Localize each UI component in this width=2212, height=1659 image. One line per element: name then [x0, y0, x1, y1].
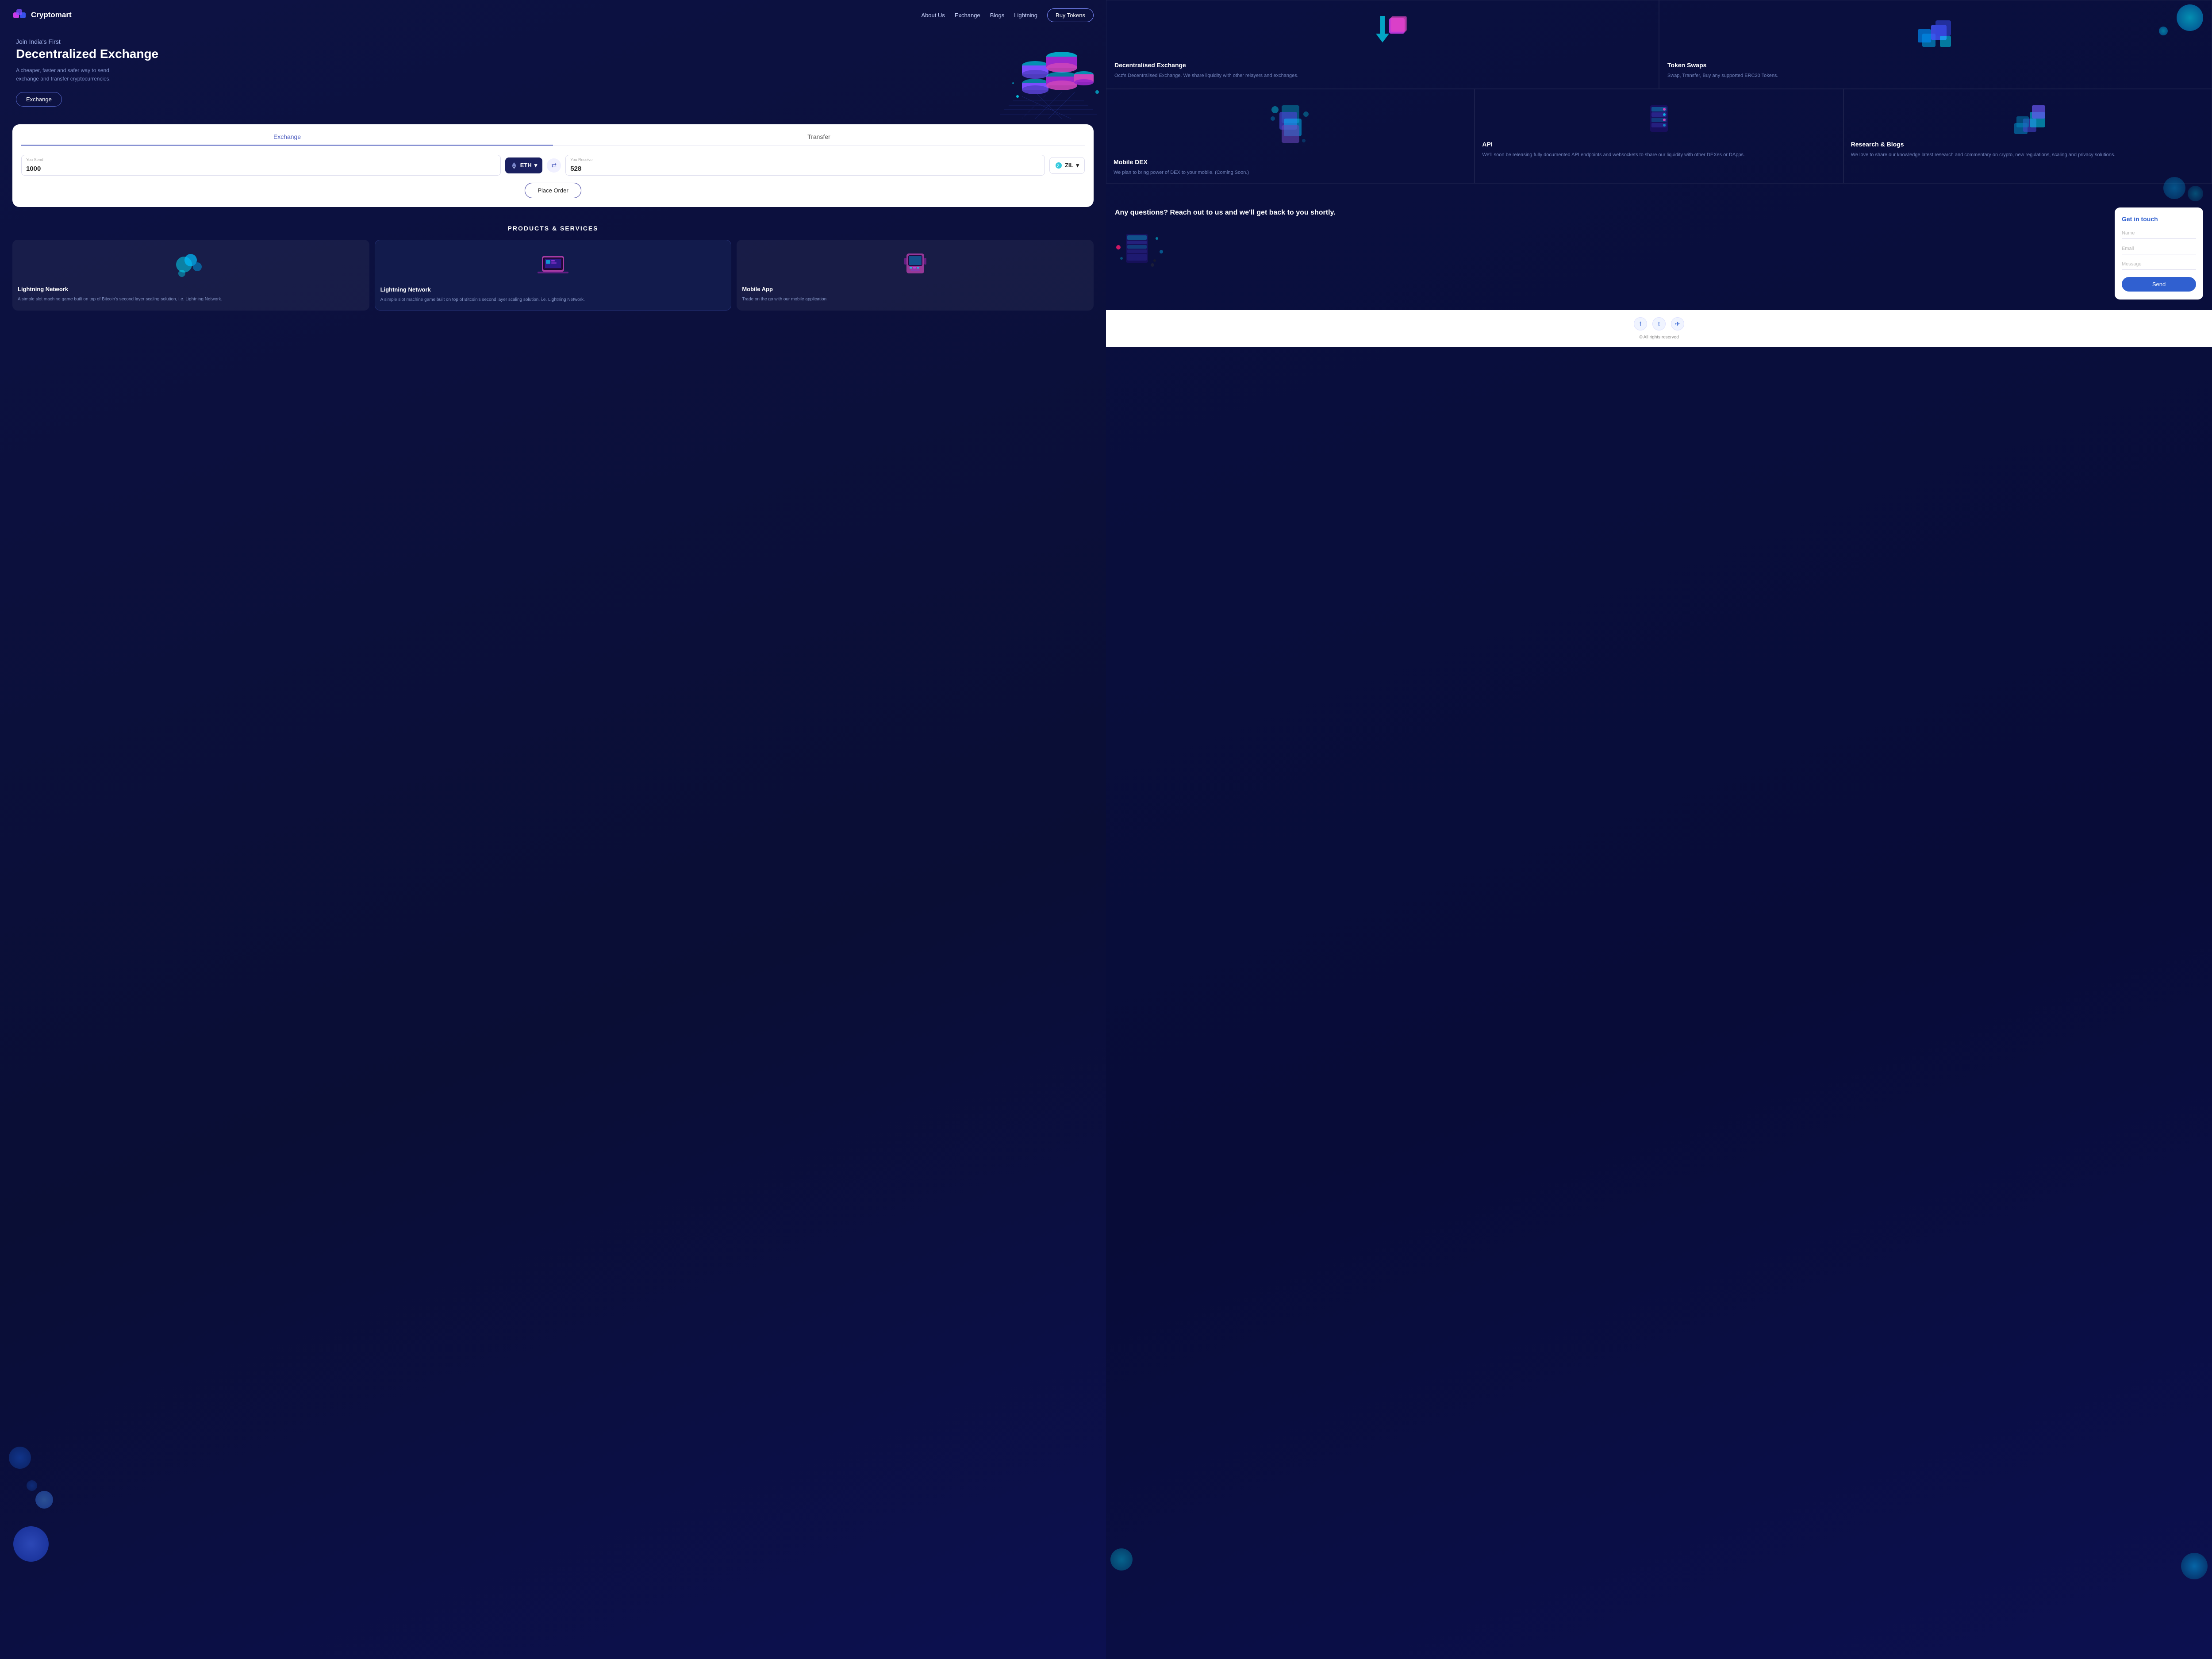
product-title-1: Lightning Network [18, 286, 364, 292]
contact-illustration [1115, 225, 2106, 269]
social-icons: f t ✈ [1634, 317, 1684, 330]
research-title: Research & Blogs [1851, 141, 2204, 148]
zil-icon: Z [1055, 162, 1062, 169]
decentralised-desc: Ocz's Decentralised Exchange. We share l… [1114, 72, 1651, 80]
decentralised-img [1114, 9, 1651, 58]
blob-3 [1110, 1548, 1133, 1571]
products-title: PRODUCTS & SERVICES [12, 225, 1094, 232]
nav-links: About Us Exchange Blogs Lightning Buy To… [921, 8, 1094, 22]
blob-4 [2181, 1553, 2208, 1579]
service-token-swaps: Token Swaps Swap, Transfer, Buy any supp… [1659, 0, 2212, 89]
logo-icon [12, 8, 27, 22]
to-currency-chevron: ▾ [1076, 162, 1079, 169]
tab-transfer[interactable]: Transfer [553, 133, 1085, 146]
service-research: Research & Blogs We love to share our kn… [1843, 89, 2212, 184]
hero-description: A cheaper, faster and safer way to send … [16, 66, 113, 83]
circle-decor-1 [2163, 177, 2185, 199]
contact-message-input[interactable] [2122, 259, 2196, 270]
hero-exchange-button[interactable]: Exchange [16, 92, 62, 107]
exchange-card: Exchange Transfer You Send 1000 ETH ▾ [12, 124, 1094, 207]
contact-text: Any questions? Reach out to us and we'll… [1115, 207, 2106, 269]
from-currency-selector[interactable]: ETH ▾ [505, 157, 543, 173]
service-mobile-dex: Mobile DEX We plan to bring power of DEX… [1106, 89, 1475, 184]
social-facebook[interactable]: f [1634, 317, 1647, 330]
logo: Cryptomart [12, 8, 72, 22]
mobile-dex-img [1114, 96, 1467, 158]
product-img-lightning [380, 247, 726, 283]
token-swaps-title: Token Swaps [1667, 61, 2204, 69]
from-currency-chevron: ▾ [534, 162, 538, 169]
product-img-1 [18, 247, 364, 282]
hero-section: Join India's First Decentralized Exchang… [0, 30, 1106, 115]
get-in-touch-card: Get in touch Send [2115, 207, 2203, 300]
you-receive-wrapper: You Receive 528 [565, 155, 1045, 176]
service-decentralised: Decentralised Exchange Ocz's Decentralis… [1106, 0, 1659, 89]
lightning-network-title: Lightning Network [380, 286, 726, 293]
services-grid: Decentralised Exchange Ocz's Decentralis… [1106, 0, 2212, 89]
decentralised-title: Decentralised Exchange [1114, 61, 1651, 69]
service-api: API We'll soon be releasing fully docume… [1475, 89, 1843, 184]
nav-blogs[interactable]: Blogs [990, 12, 1005, 19]
svg-text:Z: Z [1057, 164, 1059, 168]
api-title: API [1482, 141, 1836, 148]
exchange-tabs: Exchange Transfer [21, 133, 1085, 146]
mobile-dex-title: Mobile DEX [1114, 158, 1467, 165]
product-img-3 [742, 247, 1088, 282]
nav-exchange[interactable]: Exchange [955, 12, 980, 19]
swap-button[interactable]: ⇄ [547, 158, 561, 173]
services-grid-2: Mobile DEX We plan to bring power of DEX… [1106, 89, 2212, 184]
product-card-lightning: Lightning Network A simple slot machine … [375, 240, 732, 311]
you-send-label: You Send [26, 157, 43, 162]
contact-heading: Any questions? Reach out to us and we'll… [1115, 207, 2106, 218]
footer-copyright: © All rights reserved [1639, 335, 1679, 340]
nav-about[interactable]: About Us [921, 12, 945, 19]
contact-email-input[interactable] [2122, 243, 2196, 254]
product-desc-3: Trade on the go with our mobile applicat… [742, 296, 1088, 303]
place-order-button[interactable]: Place Order [525, 183, 581, 198]
social-telegram[interactable]: ✈ [1671, 317, 1684, 330]
exchange-row: You Send 1000 ETH ▾ ⇄ You Receive 52 [21, 155, 1085, 176]
navbar: Cryptomart About Us Exchange Blogs Light… [0, 0, 1106, 30]
nav-lightning[interactable]: Lightning [1014, 12, 1037, 19]
research-desc: We love to share our knowledge latest re… [1851, 151, 2204, 159]
footer: f t ✈ © All rights reserved [1106, 310, 2212, 347]
products-grid: Lightning Network A simple slot machine … [12, 240, 1094, 311]
mobile-dex-desc: We plan to bring power of DEX to your mo… [1114, 169, 1467, 177]
send-button[interactable]: Send [2122, 277, 2196, 292]
product-card-1: Lightning Network A simple slot machine … [12, 240, 369, 311]
token-swaps-img [1667, 9, 2204, 58]
circle-decor-2 [2188, 186, 2203, 201]
tab-exchange[interactable]: Exchange [21, 133, 553, 146]
contact-section: Any questions? Reach out to us and we'll… [1106, 197, 2212, 310]
you-receive-label: You Receive [570, 157, 592, 162]
you-send-wrapper: You Send 1000 [21, 155, 501, 176]
product-desc-1: A simple slot machine game built on top … [18, 296, 364, 303]
bottom-decor [1106, 184, 2212, 197]
buy-tokens-button[interactable]: Buy Tokens [1047, 8, 1094, 22]
hero-illustration [995, 30, 1102, 127]
token-swaps-desc: Swap, Transfer, Buy any supported ERC20 … [1667, 72, 2204, 80]
hero-title: Decentralized Exchange [16, 47, 1090, 61]
product-title-3: Mobile App [742, 286, 1088, 292]
research-img [1851, 96, 2204, 141]
contact-name-input[interactable] [2122, 228, 2196, 239]
to-currency-selector[interactable]: Z ZIL ▾ [1049, 157, 1085, 174]
api-img [1482, 96, 1836, 141]
brand-name: Cryptomart [31, 11, 72, 19]
to-currency-label: ZIL [1065, 162, 1074, 169]
eth-icon [511, 162, 518, 169]
lightning-network-desc: A simple slot machine game built on top … [380, 296, 726, 303]
from-currency-label: ETH [520, 162, 532, 169]
api-desc: We'll soon be releasing fully documented… [1482, 151, 1836, 159]
social-twitter[interactable]: t [1652, 317, 1666, 330]
product-card-3: Mobile App Trade on the go with our mobi… [737, 240, 1094, 311]
products-section: PRODUCTS & SERVICES Lightning Network A … [0, 216, 1106, 319]
hero-subtitle: Join India's First [16, 38, 1090, 45]
get-in-touch-title: Get in touch [2122, 215, 2196, 223]
